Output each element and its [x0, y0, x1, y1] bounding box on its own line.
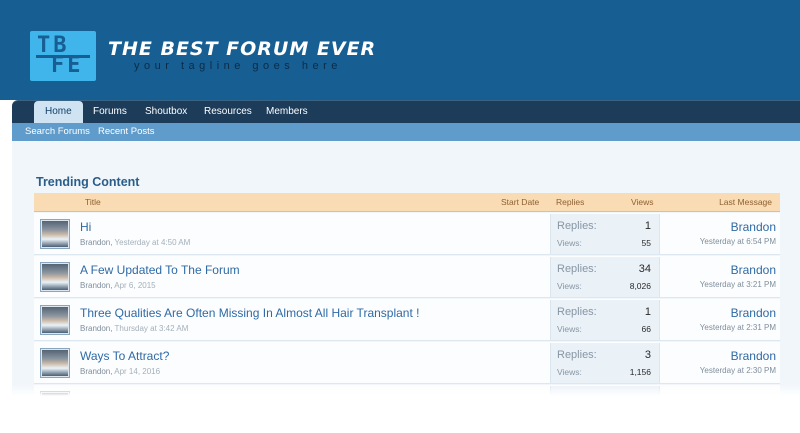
views-count: 8,026	[629, 281, 651, 291]
replies-count: 34	[638, 263, 651, 275]
thread-start-date: Apr 14, 2016	[114, 367, 161, 376]
column-start-date[interactable]: Start Date	[501, 193, 539, 212]
thread-start-date: Yesterday at 4:50 AM	[114, 238, 191, 247]
views-label: Views:	[557, 367, 582, 377]
last-message-user-link[interactable]: Brandon	[731, 349, 776, 363]
avatar[interactable]	[40, 219, 70, 249]
replies-label: Replies:	[557, 263, 597, 275]
logo-line-2: FE	[51, 53, 84, 78]
views-count: 1,156	[629, 367, 651, 377]
table-row: Three Qualities Are Often Missing In Alm…	[34, 299, 780, 341]
tab-home[interactable]: Home	[34, 101, 83, 125]
thread-stats: Replies: 1 Views: 66	[550, 300, 660, 340]
avatar-image	[42, 350, 68, 376]
table-header: Title Start Date Replies Views Last Mess…	[34, 193, 780, 212]
views-label: Views:	[557, 324, 582, 334]
replies-count: 1	[644, 220, 651, 232]
column-title[interactable]: Title	[85, 193, 101, 212]
site-tagline: your tagline goes here	[134, 60, 342, 72]
site-logo[interactable]: TB FE	[30, 31, 96, 81]
sub-navigation: Search Forums Recent Posts	[12, 123, 800, 141]
thread-author-link[interactable]: Brandon,	[80, 367, 112, 376]
column-replies[interactable]: Replies	[556, 193, 584, 212]
thread-title-link[interactable]: Ways To Attract?	[80, 349, 169, 363]
thread-stats: Replies: 3 Views: 1,156	[550, 343, 660, 383]
tab-shoutbox[interactable]: Shoutbox	[145, 101, 187, 124]
bottom-blank	[0, 396, 800, 433]
table-row: Ways To Attract? Brandon, Apr 14, 2016 R…	[34, 342, 780, 384]
thread-author-link[interactable]: Brandon,	[80, 324, 112, 333]
main-navigation: Home Forums Shoutbox Resources Members	[12, 100, 800, 125]
thread-start-date: Thursday at 3:42 AM	[114, 324, 189, 333]
replies-count: 1	[644, 306, 651, 318]
views-label: Views:	[557, 281, 582, 291]
last-message-user-link[interactable]: Brandon	[731, 306, 776, 320]
replies-label: Replies:	[557, 349, 597, 361]
thread-author-link[interactable]: Brandon,	[80, 238, 112, 247]
thread-stats: Replies: 1 Views: 55	[550, 214, 660, 254]
bottom-fade	[0, 384, 800, 396]
avatar-image	[42, 307, 68, 333]
views-count: 66	[641, 324, 651, 334]
thread-meta: Brandon, Apr 6, 2015	[80, 281, 156, 290]
thread-author-link[interactable]: Brandon,	[80, 281, 112, 290]
thread-title-link[interactable]: Hi	[80, 220, 91, 234]
thread-title-link[interactable]: Three Qualities Are Often Missing In Alm…	[80, 306, 419, 320]
avatar-image	[42, 264, 68, 290]
thread-meta: Brandon, Thursday at 3:42 AM	[80, 324, 188, 333]
site-title[interactable]: THE BEST FORUM EVER	[108, 38, 376, 60]
last-message-time[interactable]: Yesterday at 6:54 PM	[700, 237, 776, 246]
avatar[interactable]	[40, 348, 70, 378]
avatar[interactable]	[40, 305, 70, 335]
replies-label: Replies:	[557, 306, 597, 318]
avatar[interactable]	[40, 262, 70, 292]
last-message-time[interactable]: Yesterday at 2:30 PM	[700, 366, 776, 375]
last-message-user-link[interactable]: Brandon	[731, 220, 776, 234]
last-message-user-link[interactable]: Brandon	[731, 263, 776, 277]
site-header: TB FE THE BEST FORUM EVER your tagline g…	[0, 0, 800, 100]
section-title: Trending Content	[36, 175, 140, 189]
thread-title-link[interactable]: A Few Updated To The Forum	[80, 263, 240, 277]
column-last-message[interactable]: Last Message	[719, 193, 772, 212]
views-count: 55	[641, 238, 651, 248]
last-message-time[interactable]: Yesterday at 2:31 PM	[700, 323, 776, 332]
subnav-recent-posts[interactable]: Recent Posts	[98, 123, 155, 140]
last-message-time[interactable]: Yesterday at 3:21 PM	[700, 280, 776, 289]
replies-count: 3	[644, 349, 651, 361]
subnav-search-forums[interactable]: Search Forums	[25, 123, 90, 140]
replies-label: Replies:	[557, 220, 597, 232]
tab-members[interactable]: Members	[266, 101, 308, 124]
avatar-image	[42, 221, 68, 247]
tab-resources[interactable]: Resources	[204, 101, 252, 124]
tab-forums[interactable]: Forums	[93, 101, 127, 124]
thread-start-date: Apr 6, 2015	[114, 281, 156, 290]
thread-meta: Brandon, Apr 14, 2016	[80, 367, 160, 376]
table-row: A Few Updated To The Forum Brandon, Apr …	[34, 256, 780, 298]
thread-meta: Brandon, Yesterday at 4:50 AM	[80, 238, 190, 247]
views-label: Views:	[557, 238, 582, 248]
thread-stats: Replies: 34 Views: 8,026	[550, 257, 660, 297]
column-views[interactable]: Views	[631, 193, 654, 212]
table-row: Hi Brandon, Yesterday at 4:50 AM Replies…	[34, 213, 780, 255]
